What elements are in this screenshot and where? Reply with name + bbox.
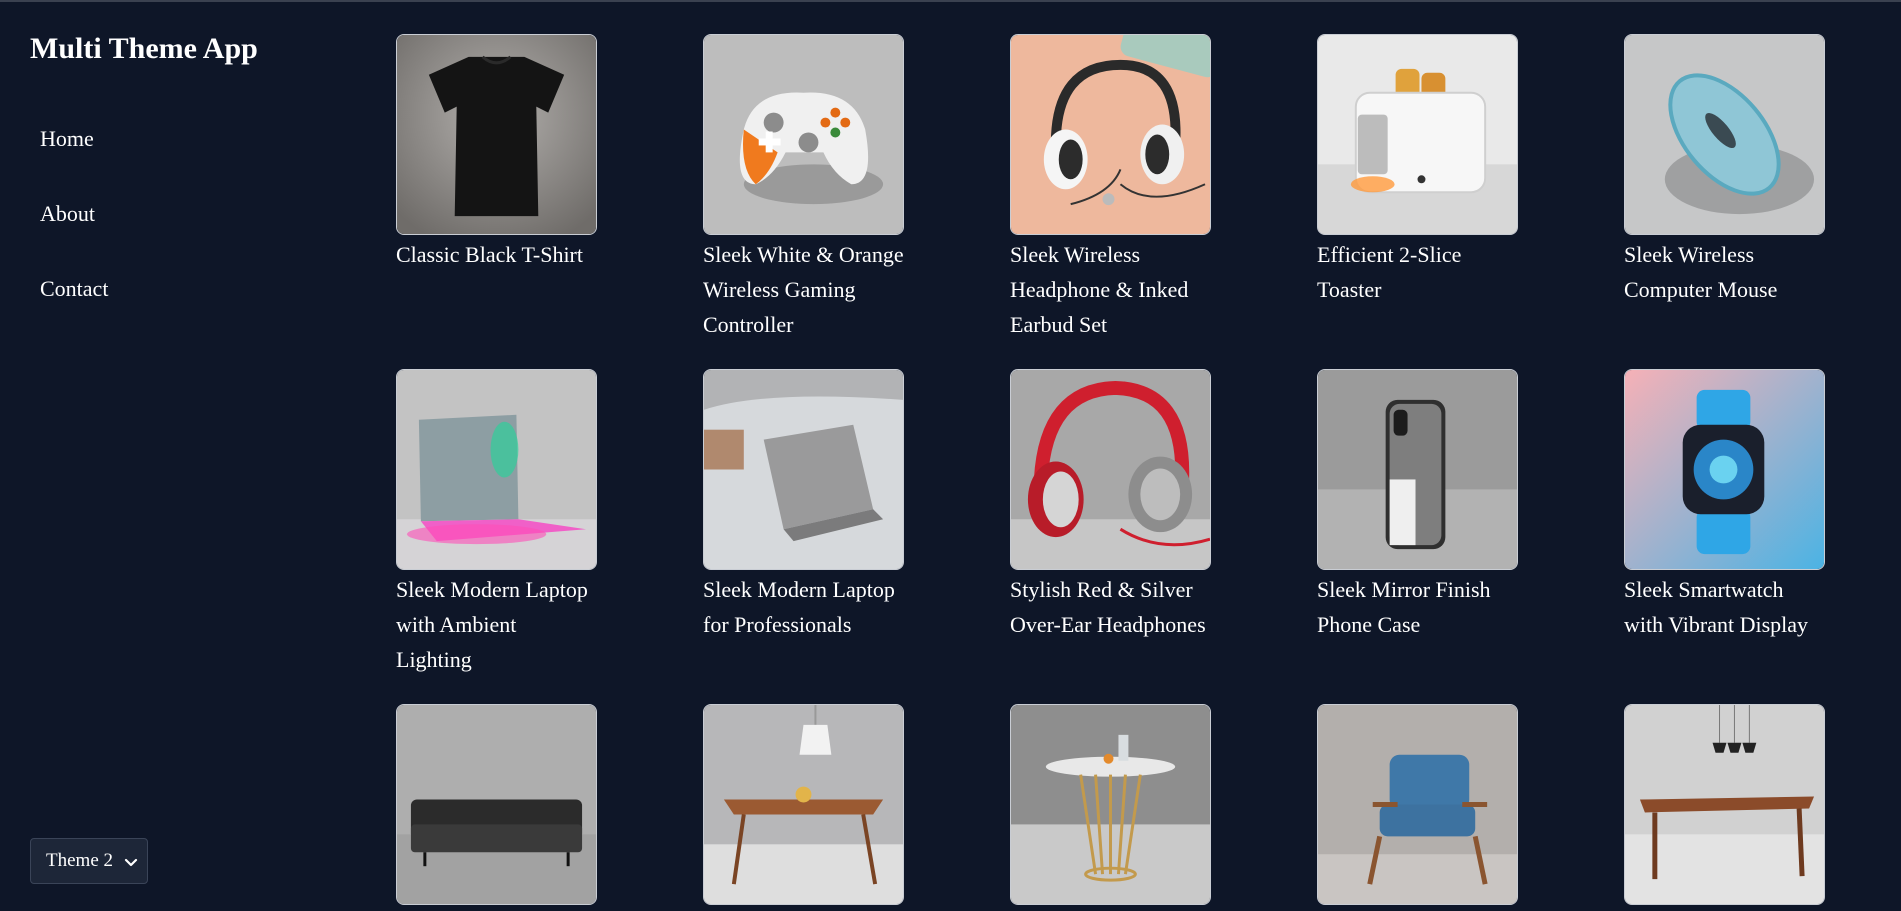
game-controller-image xyxy=(703,34,904,235)
toaster-image xyxy=(1317,34,1518,235)
product-card[interactable]: Sleek Smartwatch with Vibrant Display xyxy=(1624,369,1825,704)
black-tshirt-image xyxy=(396,34,597,235)
app-title: Multi Theme App xyxy=(30,32,258,65)
blue-armchair-image xyxy=(1317,704,1518,905)
phone-case-image xyxy=(1317,369,1518,570)
product-name: Sleek Modern Laptop with Ambient Lightin… xyxy=(396,577,588,672)
product-card[interactable]: Sleek White & Orange Wireless Gaming Con… xyxy=(703,34,904,369)
product-name: Sleek Smartwatch with Vibrant Display xyxy=(1624,577,1809,637)
round-table-image xyxy=(1010,704,1211,905)
product-name: Classic Black T-Shirt xyxy=(396,242,583,267)
product-card[interactable] xyxy=(1624,704,1825,905)
product-card[interactable]: Stylish Red & Silver Over-Ear Headphones xyxy=(1010,369,1211,704)
product-name: Sleek White & Orange Wireless Gaming Con… xyxy=(703,242,904,337)
dining-table-lamp-image xyxy=(703,704,904,905)
nav-item-home[interactable]: Home xyxy=(40,126,94,152)
laptop-pro-image xyxy=(703,369,904,570)
product-card[interactable]: Classic Black T-Shirt xyxy=(396,34,597,369)
chevron-down-icon xyxy=(124,858,138,867)
product-card[interactable]: Efficient 2-Slice Toaster xyxy=(1317,34,1518,369)
product-name: Sleek Modern Laptop for Professionals xyxy=(703,577,895,637)
product-card[interactable] xyxy=(396,704,597,905)
product-card[interactable] xyxy=(1010,704,1211,905)
product-name: Sleek Mirror Finish Phone Case xyxy=(1317,577,1491,637)
product-name: Sleek Wireless Computer Mouse xyxy=(1624,242,1778,302)
product-card[interactable]: Sleek Modern Laptop for Professionals xyxy=(703,369,904,704)
theme-select[interactable]: Theme 2 xyxy=(30,838,148,884)
theme-select-value: Theme 2 xyxy=(46,850,114,871)
product-name: Efficient 2-Slice Toaster xyxy=(1317,242,1462,302)
product-card[interactable] xyxy=(703,704,904,905)
product-card[interactable]: Sleek Wireless Headphone & Inked Earbud … xyxy=(1010,34,1211,369)
nav-item-about[interactable]: About xyxy=(40,201,95,227)
laptop-ambient-image xyxy=(396,369,597,570)
headphones-earbuds-image xyxy=(1010,34,1211,235)
long-table-image xyxy=(1624,704,1825,905)
sidebar: Multi Theme App Home About Contact Theme… xyxy=(0,0,340,911)
smartwatch-image xyxy=(1624,369,1825,570)
leather-sofa-image xyxy=(396,704,597,905)
nav-item-contact[interactable]: Contact xyxy=(40,276,108,302)
product-card[interactable]: Sleek Wireless Computer Mouse xyxy=(1624,34,1825,369)
computer-mouse-image xyxy=(1624,34,1825,235)
product-name: Stylish Red & Silver Over-Ear Headphones xyxy=(1010,577,1206,637)
product-card[interactable]: Sleek Mirror Finish Phone Case xyxy=(1317,369,1518,704)
product-card[interactable] xyxy=(1317,704,1518,905)
product-card[interactable]: Sleek Modern Laptop with Ambient Lightin… xyxy=(396,369,597,704)
product-name: Sleek Wireless Headphone & Inked Earbud … xyxy=(1010,242,1189,337)
red-headphones-image xyxy=(1010,369,1211,570)
product-grid: Classic Black T-Shirt Sleek White & Oran… xyxy=(396,34,1825,905)
